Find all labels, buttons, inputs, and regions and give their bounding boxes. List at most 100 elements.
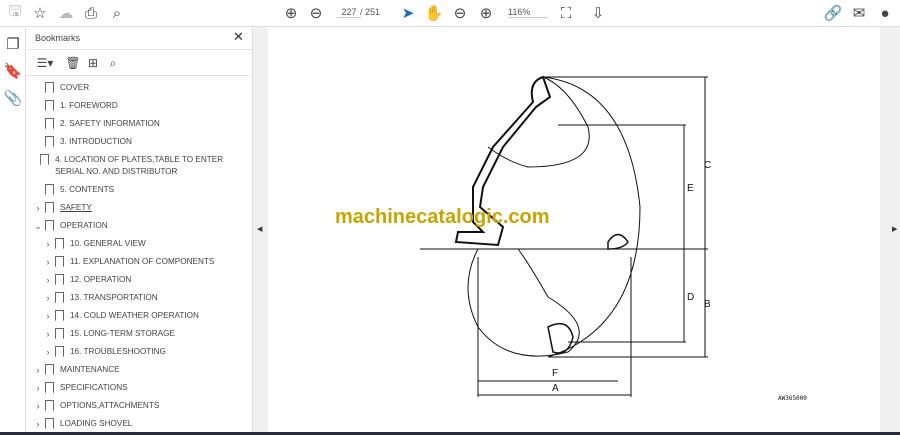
options-menu-icon[interactable]: ☰▾ [35,54,55,72]
bookmark-icon [45,136,54,147]
print-icon[interactable]: ⎙ [81,4,101,22]
bookmark-item[interactable]: › 12. OPERATION [27,271,245,289]
bookmark-item[interactable]: 5. CONTENTS [27,181,245,199]
star-icon[interactable]: ☆ [30,4,50,22]
bookmark-item[interactable]: › MAINTENANCE [27,361,245,379]
collapse-right-icon[interactable]: ▶ [892,225,897,233]
bookmark-item[interactable]: › 15. LONG-TERM STORAGE [27,325,245,343]
figure-id: AW365000 [778,395,807,402]
dim-label-a: A [552,383,559,394]
bookmark-item[interactable]: › 16. TROUBLESHOOTING [27,343,245,361]
bookmark-label: 1. FOREWORD [60,101,118,110]
bookmark-item[interactable]: ⌄ OPERATION [27,217,245,235]
zoom-select[interactable]: 116% [508,7,548,18]
bookmark-item[interactable]: › 10. GENERAL VIEW [27,235,245,253]
bookmark-icon [40,154,50,165]
bookmark-label: LOADING SHOVEL [60,419,133,428]
delete-icon[interactable]: 🗑 [63,54,83,72]
bookmark-icon [45,382,54,393]
bookmarks-panel: Bookmarks ✕ ☰▾ 🗑 ⊞ ⌕ COVER 1. FOREWORD 2. … [27,27,276,433]
close-icon[interactable]: ✕ [233,29,244,45]
dim-label-b: B [704,299,711,310]
bookmark-item[interactable]: › 11. EXPLANATION OF COMPONENTS [27,253,245,271]
bookmark-item[interactable]: 2. SAFETY INFORMATION [27,115,245,133]
bookmark-label: 3. INTRODUCTION [60,137,132,146]
add-bookmark-icon[interactable]: ⊞ [83,54,103,72]
expand-chevron-icon[interactable]: › [41,292,55,304]
dim-label-d: D [687,292,695,303]
expand-chevron-icon[interactable]: › [31,202,45,214]
select-tool-icon[interactable]: ➤ [398,4,418,22]
panel-title: Bookmarks [35,33,81,43]
bookmark-item[interactable]: COVER [27,79,245,97]
watermark: machinecatalogic.com [335,206,550,228]
bookmark-tools: ☰▾ 🗑 ⊞ ⌕ [27,49,253,76]
bookmark-label: 15. LONG-TERM STORAGE [70,329,175,338]
bookmark-item[interactable]: › LOADING SHOVEL [27,415,245,433]
save-icon[interactable]: 🖫 [5,3,25,22]
page-number-input[interactable]: 227 [337,7,361,18]
zoom-in-icon[interactable]: ⊕ [476,4,496,22]
toolbar: 🖫 ☆ ☁ ⎙ ⌕ ⊕ ⊖ 227 / 251 ➤ ✋ ⊖ ⊕ 116% ⛶ ⇩… [0,0,900,27]
expand-chevron-icon[interactable]: › [31,382,45,394]
account-icon[interactable]: ● [875,4,895,22]
share-link-icon[interactable]: 🔗 [823,4,843,22]
fit-page-icon[interactable]: ⛶ [556,4,576,22]
bookmark-panel-icon[interactable]: 🔖 [3,62,23,80]
expand-chevron-icon[interactable]: ⌄ [31,220,45,232]
page-total: / 251 [360,7,381,17]
bookmark-item[interactable]: 1. FOREWORD [27,97,245,115]
bookmark-icon [55,328,64,339]
search-bookmark-icon[interactable]: ⌕ [103,54,123,72]
cloud-upload-icon[interactable]: ☁ [56,4,76,22]
bookmark-label: 11. EXPLANATION OF COMPONENTS [70,257,215,266]
bookmark-item[interactable]: › SPECIFICATIONS [27,379,245,397]
expand-chevron-icon[interactable]: › [41,328,55,340]
bookmark-icon [45,184,54,195]
page-up-icon[interactable]: ⊕ [281,4,301,22]
pages-icon[interactable]: ❐ [3,35,23,53]
expand-chevron-icon[interactable]: › [31,400,45,412]
bookmark-label: 4. LOCATION OF PLATES,TABLE TO ENTER SER… [55,155,224,176]
bookmark-icon [45,400,54,411]
bookmark-icon [55,346,64,357]
bookmark-icon [55,274,64,285]
bookmark-item[interactable]: 4. LOCATION OF PLATES,TABLE TO ENTER SER… [27,151,245,181]
bookmark-icon [55,256,64,267]
expand-chevron-icon[interactable]: › [31,364,45,376]
bookmark-item[interactable]: 3. INTRODUCTION [27,133,245,151]
bookmark-icon [55,238,64,249]
search-icon[interactable]: ⌕ [107,4,127,22]
hand-tool-icon[interactable]: ✋ [424,4,444,22]
expand-chevron-icon[interactable]: › [41,310,55,322]
bookmark-item[interactable]: › OPTIONS,ATTACHMENTS [27,397,245,415]
collapse-left-icon[interactable]: ◀ [257,225,262,233]
bookmark-item[interactable]: › SAFETY [27,199,245,217]
bookmark-icon [45,202,54,213]
expand-chevron-icon[interactable]: › [41,274,55,286]
bookmark-list: COVER 1. FOREWORD 2. SAFETY INFORMATION 3. … [27,79,245,433]
bucket-drawing [420,75,708,397]
expand-chevron-icon[interactable]: › [41,256,55,268]
dim-label-c: C [704,160,712,171]
scroll-mode-icon[interactable]: ⇩ [588,4,608,22]
page-down-icon[interactable]: ⊖ [306,4,326,22]
zoom-out-icon[interactable]: ⊖ [450,4,470,22]
document-page: machinecatalogic.com C E D B F A AW36500… [268,27,880,432]
expand-chevron-icon[interactable]: › [41,346,55,358]
bookmark-icon [55,292,64,303]
bookmark-label: COVER [60,83,90,92]
expand-chevron-icon[interactable]: › [41,238,55,250]
bookmark-label: 2. SAFETY INFORMATION [60,119,160,128]
bookmark-label: 10. GENERAL VIEW [70,239,146,248]
email-icon[interactable]: ✉ [849,4,869,22]
expand-chevron-icon[interactable]: › [31,418,45,430]
bookmark-item[interactable]: › 13. TRANSPORTATION [27,289,245,307]
bookmark-item[interactable]: › 14. COLD WEATHER OPERATION [27,307,245,325]
attachment-icon[interactable]: 📎 [3,89,23,107]
bookmark-label: OPERATION [60,221,108,230]
